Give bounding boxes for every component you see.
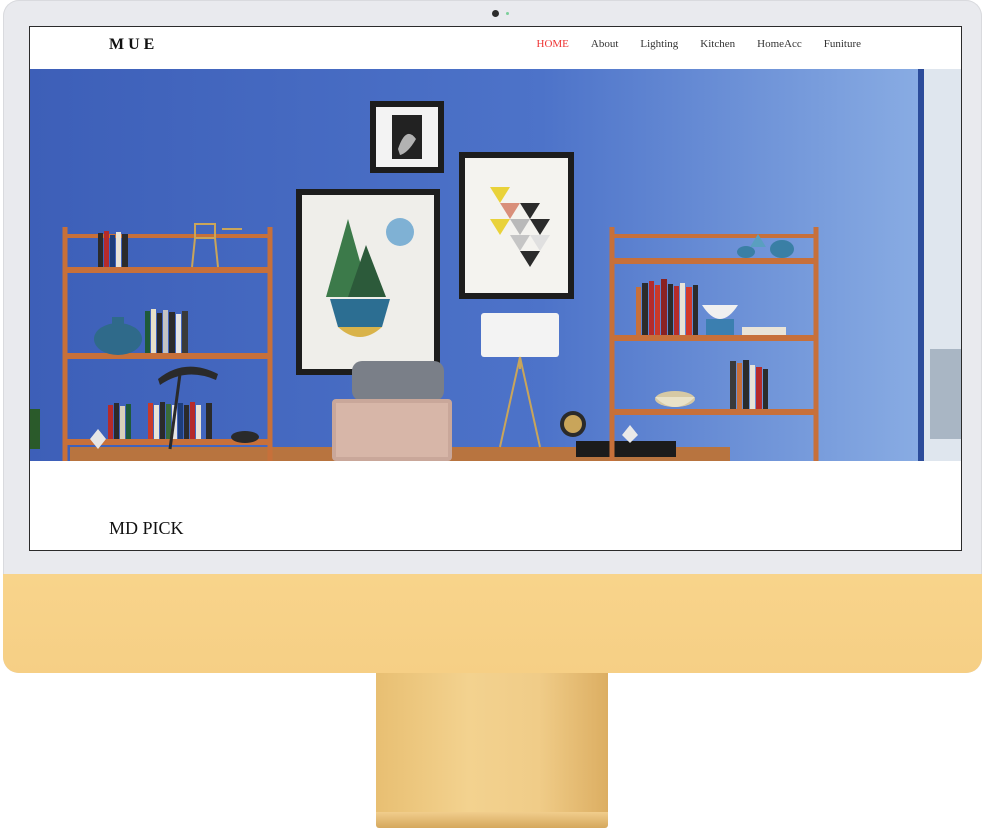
site-navbar: MUE HOME About Lighting Kitchen HomeAcc … [30,27,961,70]
monitor-stand-foot [376,812,608,828]
nav-homeacc[interactable]: HomeAcc [757,38,802,50]
site-logo[interactable]: MUE [109,36,158,54]
nav-about[interactable]: About [591,38,619,50]
nav-kitchen[interactable]: Kitchen [700,38,735,50]
nav-lighting[interactable]: Lighting [640,38,678,50]
camera-led-icon [506,12,509,15]
camera-icon [492,10,499,17]
nav-funiture[interactable]: Funiture [824,38,861,50]
nav-home[interactable]: HOME [537,38,569,50]
hero-illustration [30,69,961,461]
section-title: MD PICK [109,518,184,538]
monitor-stand [376,673,608,825]
hero-image [30,69,961,461]
main-nav: HOME About Lighting Kitchen HomeAcc Funi… [537,38,861,50]
browser-screen: MUE HOME About Lighting Kitchen HomeAcc … [29,26,962,551]
monitor-frame: MUE HOME About Lighting Kitchen HomeAcc … [3,0,982,673]
monitor-chin [3,574,982,673]
